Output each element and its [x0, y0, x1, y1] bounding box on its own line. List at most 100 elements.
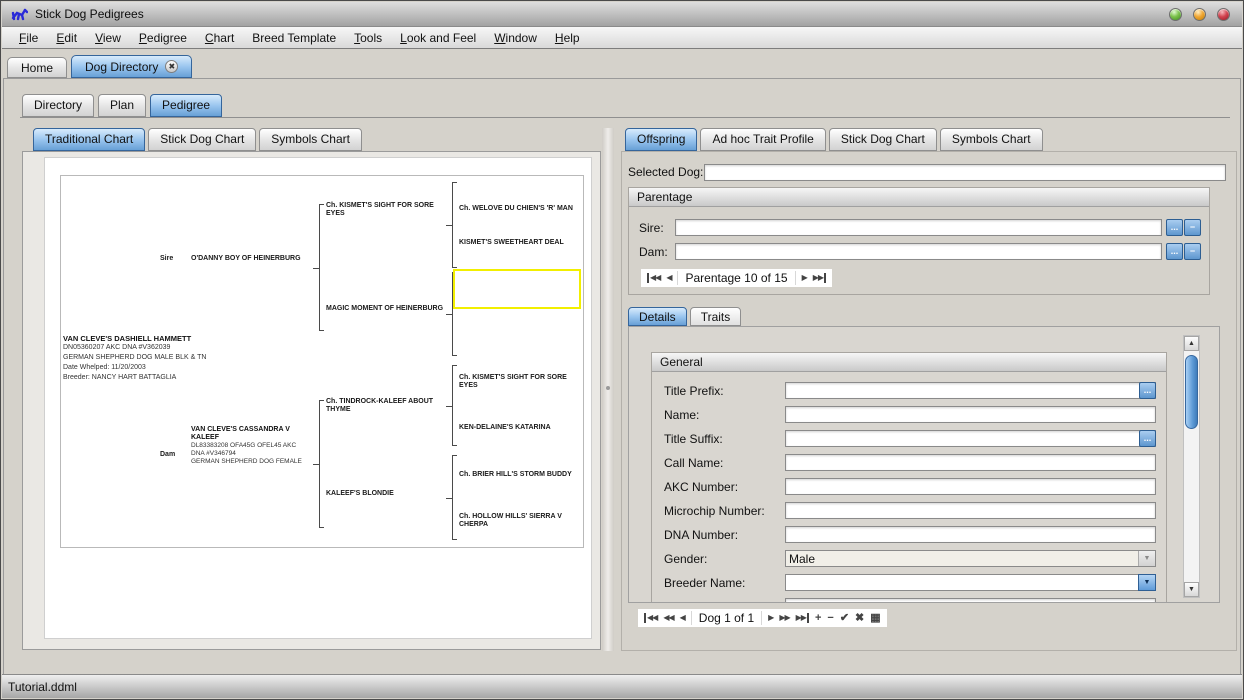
- tab-plan[interactable]: Plan: [98, 94, 146, 117]
- tab-dog-directory[interactable]: Dog Directory ✖: [71, 55, 192, 78]
- call-name-input[interactable]: [785, 454, 1156, 471]
- tab-symbols-chart-right[interactable]: Symbols Chart: [940, 128, 1043, 151]
- sire-input[interactable]: [675, 219, 1162, 236]
- tab-home[interactable]: Home: [7, 57, 67, 78]
- akc-number-input[interactable]: [785, 478, 1156, 495]
- parentage-next-button[interactable]: ▶: [802, 273, 807, 283]
- breeder-dropdown-icon[interactable]: ▼: [1138, 574, 1156, 591]
- title-suffix-input[interactable]: [785, 430, 1156, 447]
- scrollbar-thumb[interactable]: [1185, 355, 1198, 429]
- record-cancel-button[interactable]: ✖: [855, 613, 864, 623]
- record-first-button[interactable]: ◀◀: [644, 613, 657, 623]
- splitter-grip-icon: [606, 386, 610, 390]
- tab-stick-dog-chart-right[interactable]: Stick Dog Chart: [829, 128, 937, 151]
- menu-file[interactable]: File: [10, 29, 47, 47]
- tab-directory[interactable]: Directory: [22, 94, 94, 117]
- tab-stick-dog-chart-left[interactable]: Stick Dog Chart: [148, 128, 256, 151]
- selected-chart-cell[interactable]: [453, 269, 581, 309]
- record-prev-page-button[interactable]: ◀◀: [663, 613, 673, 623]
- chart-node-sire-sire[interactable]: Ch. KISMET'S SIGHT FOR SORE EYES: [326, 202, 451, 218]
- record-grid-button[interactable]: ▦: [870, 613, 880, 623]
- chart-node-dam-sire[interactable]: Ch. TINDROCK-KALEEF ABOUT THYME: [326, 398, 451, 414]
- record-prev-button[interactable]: ◀: [680, 613, 685, 623]
- parentage-prev-button[interactable]: ◀: [666, 273, 671, 283]
- chart-subject-block[interactable]: VAN CLEVE'S DASHIELL HAMMETT DN05360207 …: [63, 334, 253, 383]
- gender-select[interactable]: Male ▼: [785, 550, 1156, 567]
- name-input[interactable]: [785, 406, 1156, 423]
- menu-window[interactable]: Window: [485, 29, 546, 47]
- title-prefix-lookup-button[interactable]: ...: [1139, 382, 1156, 399]
- tab-symbols-right-label: Symbols Chart: [952, 132, 1031, 146]
- dam-remove-button[interactable]: −: [1184, 243, 1201, 260]
- chart-node-gg5[interactable]: Ch. BRIER HILL'S STORM BUDDY: [459, 471, 581, 479]
- tab-traditional-chart[interactable]: Traditional Chart: [33, 128, 145, 151]
- subject-breed: GERMAN SHEPHERD DOG MALE BLK & TN: [63, 353, 253, 363]
- microchip-label: Microchip Number:: [664, 504, 785, 518]
- window-controls: [1169, 8, 1234, 21]
- chart-node-sire[interactable]: O'DANNY BOY OF HEINERBURG: [191, 255, 301, 263]
- scroll-up-icon[interactable]: ▲: [1184, 336, 1199, 351]
- general-title: General: [660, 355, 703, 369]
- menu-look-and-feel[interactable]: Look and Feel: [391, 29, 485, 47]
- panel-splitter[interactable]: [602, 128, 614, 651]
- title-prefix-input[interactable]: [785, 382, 1156, 399]
- window-title: Stick Dog Pedigrees: [35, 7, 144, 21]
- breeder-label: Breeder Name:: [664, 576, 785, 590]
- dam-lookup-button[interactable]: ...: [1166, 243, 1183, 260]
- scroll-down-icon[interactable]: ▼: [1184, 582, 1199, 597]
- tab-adhoc-trait-profile[interactable]: Ad hoc Trait Profile: [700, 128, 825, 151]
- chart-node-gg6[interactable]: Ch. HOLLOW HILLS' SIERRA V CHERPA: [459, 513, 581, 529]
- chart-node-gg1[interactable]: Ch. WELOVE DU CHIEN'S 'R' MAN: [459, 205, 581, 213]
- tab-details[interactable]: Details: [628, 307, 687, 326]
- parentage-first-button[interactable]: ◀◀: [647, 273, 660, 283]
- chart-node-dam-dam[interactable]: KALEEF'S BLONDIE: [326, 490, 461, 498]
- chart-node-gg2[interactable]: KISMET'S SWEETHEART DEAL: [459, 239, 581, 247]
- parentage-header: Parentage: [629, 188, 1209, 207]
- selected-dog-input[interactable]: [704, 164, 1226, 181]
- menu-edit[interactable]: Edit: [47, 29, 86, 47]
- general-group: General Title Prefix: ... Name: Title Su…: [651, 352, 1167, 603]
- record-next-page-button[interactable]: ▶▶: [779, 613, 789, 623]
- details-scrollbar[interactable]: ▲ ▼: [1183, 335, 1200, 598]
- chart-node-dam[interactable]: VAN CLEVE'S CASSANDRA V KALEEF DL8338320…: [191, 426, 309, 466]
- chart-node-sire-dam[interactable]: MAGIC MOMENT OF HEINERBURG: [326, 305, 461, 313]
- record-commit-button[interactable]: ✔: [840, 613, 849, 623]
- microchip-input[interactable]: [785, 502, 1156, 519]
- sire-label: Sire: [160, 255, 173, 263]
- menu-view[interactable]: View: [86, 29, 130, 47]
- tab-symbols-chart-left[interactable]: Symbols Chart: [259, 128, 362, 151]
- parentage-last-button[interactable]: ▶▶: [813, 273, 826, 283]
- tab-traits[interactable]: Traits: [690, 307, 742, 326]
- menu-help[interactable]: Help: [546, 29, 589, 47]
- menu-chart[interactable]: Chart: [196, 29, 243, 47]
- gg-bracket-4: [452, 455, 457, 540]
- clipped-input[interactable]: [785, 598, 1156, 603]
- close-button[interactable]: [1217, 8, 1230, 21]
- dna-number-input[interactable]: [785, 526, 1156, 543]
- tab-close-icon[interactable]: ✖: [165, 60, 178, 73]
- sire-remove-button[interactable]: −: [1184, 219, 1201, 236]
- tab-pedigree-label: Pedigree: [162, 98, 210, 112]
- record-add-button[interactable]: +: [815, 613, 821, 623]
- sire-lookup-button[interactable]: ...: [1166, 219, 1183, 236]
- title-suffix-lookup-button[interactable]: ...: [1139, 430, 1156, 447]
- menu-pedigree[interactable]: Pedigree: [130, 29, 196, 47]
- chart-node-gg4[interactable]: KEN-DELAINE'S KATARINA: [459, 424, 581, 432]
- tab-offspring[interactable]: Offspring: [625, 128, 697, 151]
- selected-dog-row: Selected Dog:: [628, 163, 1226, 181]
- tab-stick-right-label: Stick Dog Chart: [841, 132, 925, 146]
- tab-pedigree[interactable]: Pedigree: [150, 94, 222, 117]
- record-next-button[interactable]: ▶: [768, 613, 773, 623]
- tab-home-label: Home: [21, 58, 53, 78]
- breeder-select[interactable]: ▼: [785, 574, 1156, 591]
- dam-input[interactable]: [675, 243, 1162, 260]
- menu-breed-template[interactable]: Breed Template: [243, 29, 345, 47]
- menu-tools[interactable]: Tools: [345, 29, 391, 47]
- maximize-button[interactable]: [1193, 8, 1206, 21]
- record-last-button[interactable]: ▶▶: [796, 613, 809, 623]
- pedigree-chart: Sire O'DANNY BOY OF HEINERBURG Ch. KISME…: [44, 157, 592, 639]
- chart-node-gg3[interactable]: Ch. KISMET'S SIGHT FOR SORE EYES: [459, 374, 581, 390]
- record-delete-button[interactable]: −: [827, 613, 833, 623]
- clipped-row: [664, 598, 1156, 603]
- minimize-button[interactable]: [1169, 8, 1182, 21]
